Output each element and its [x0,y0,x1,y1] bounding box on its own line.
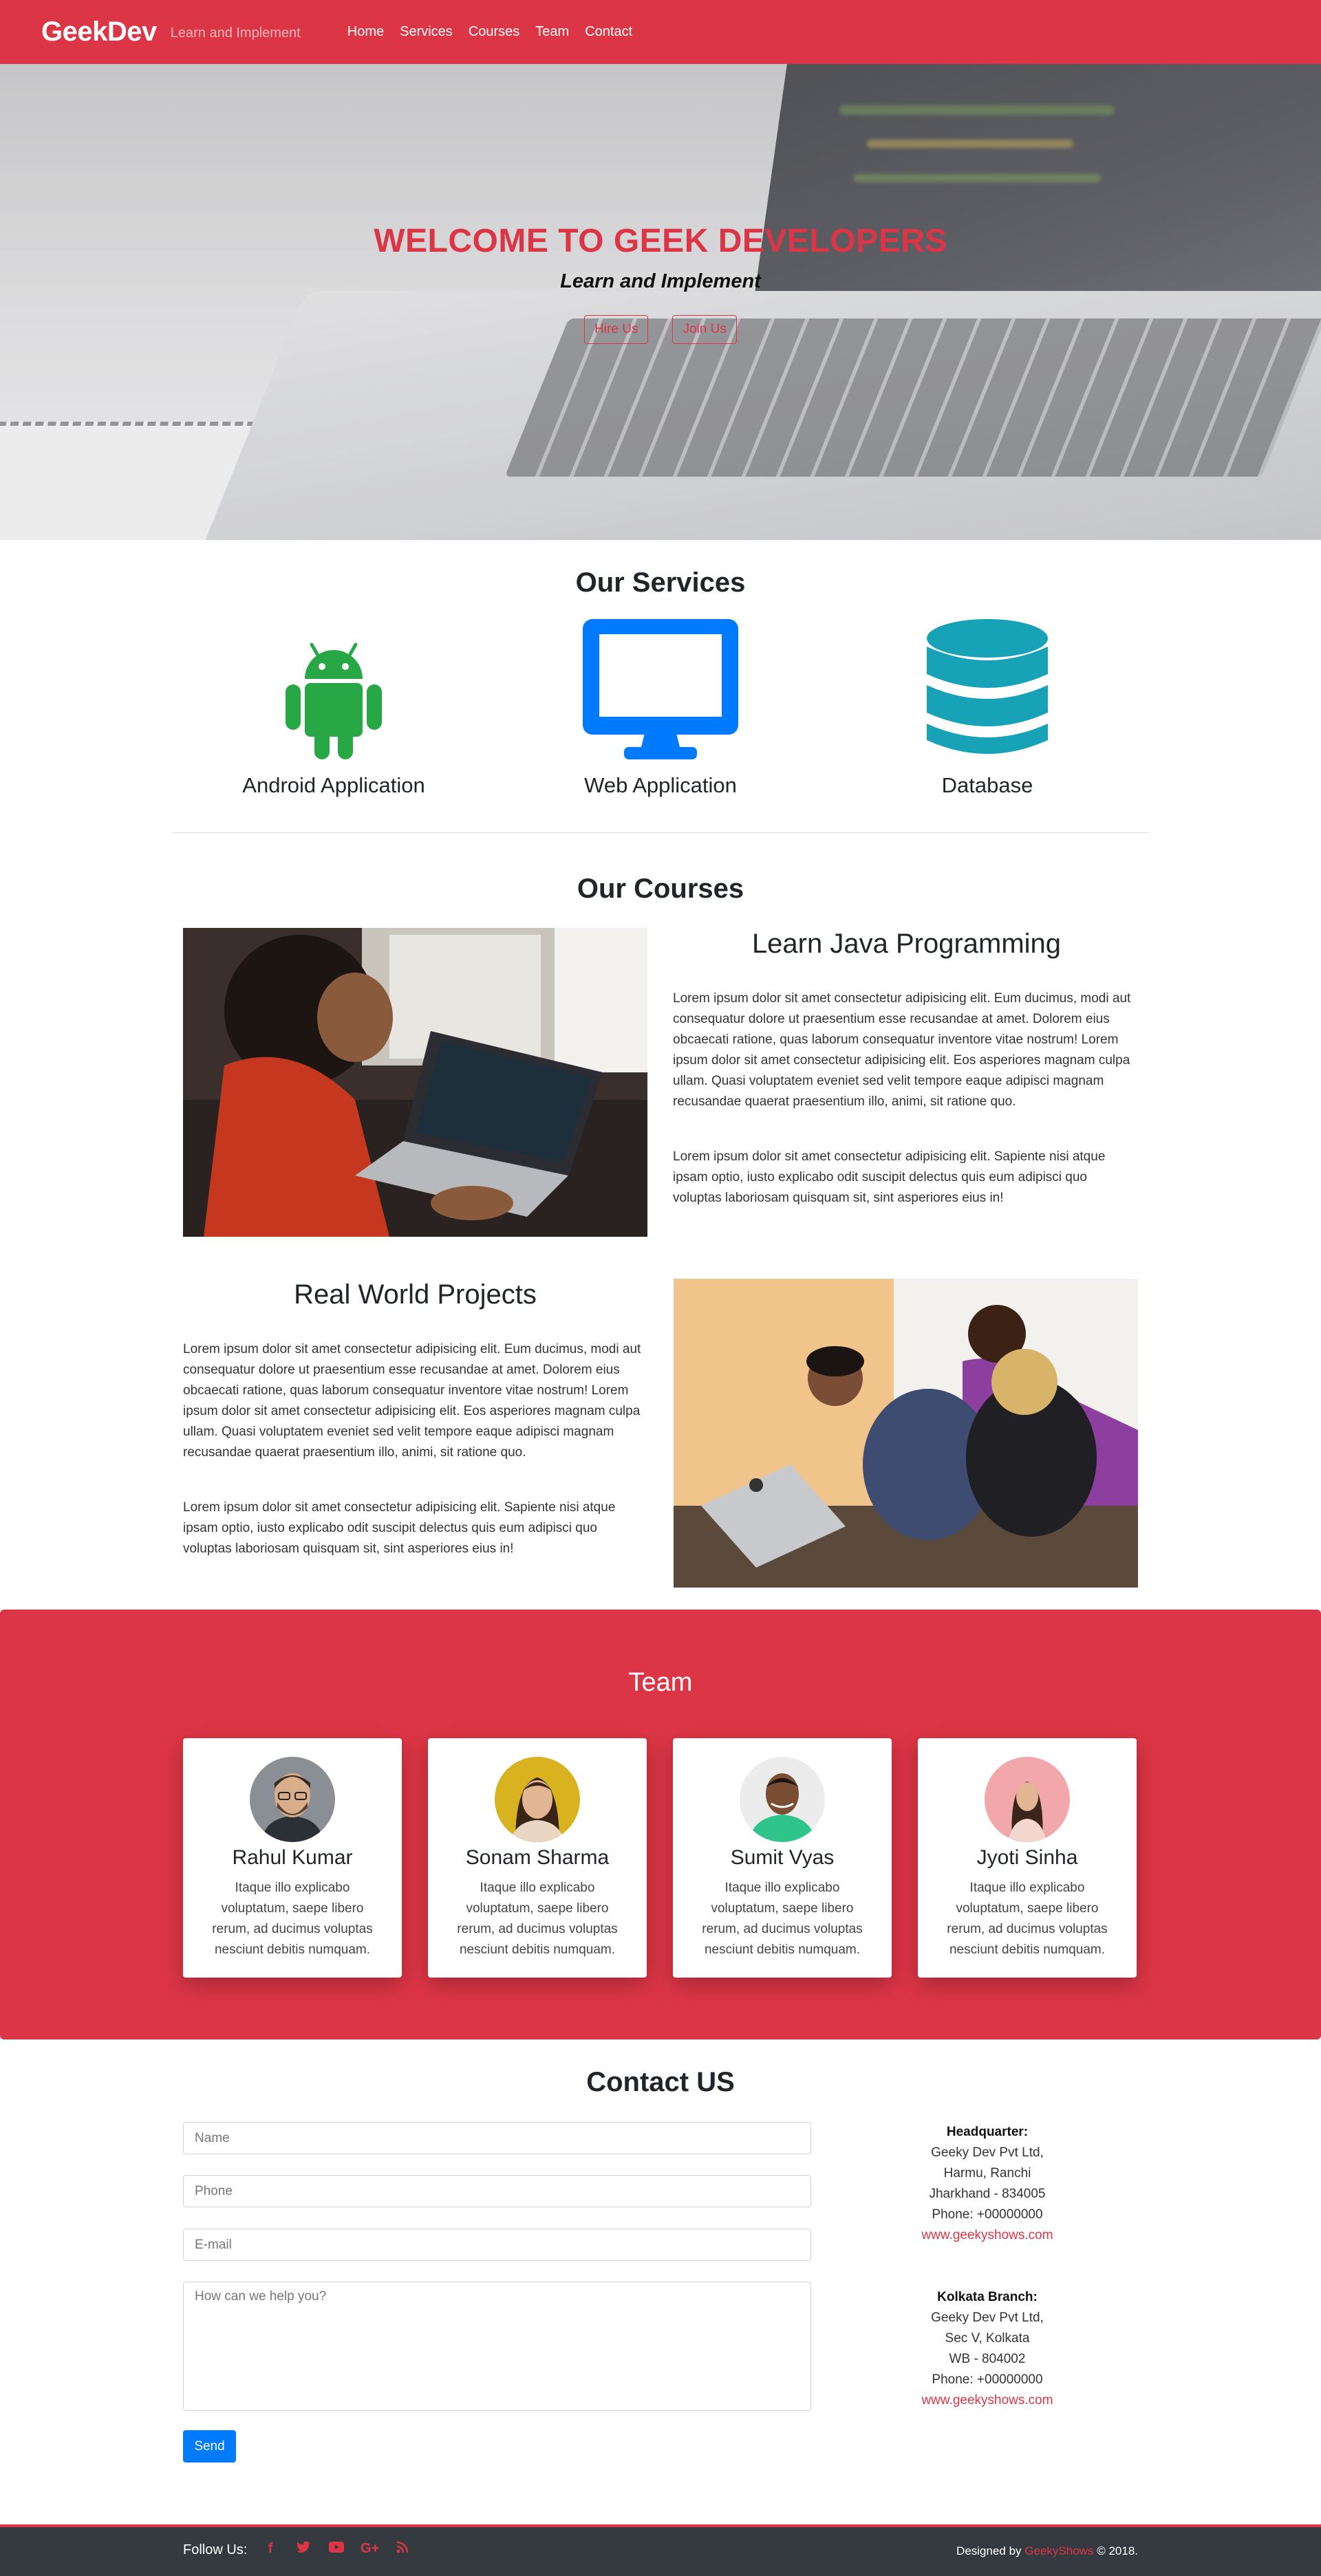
avatar [740,1757,825,1842]
message-textarea[interactable] [183,2282,811,2411]
service-label: Database [941,773,1033,797]
address-heading: Kolkata Branch: [937,2290,1038,2304]
database-icon [927,619,1048,754]
member-bio: Itaque illo explicabo voluptatum, saepe … [212,1881,373,1957]
member-bio: Itaque illo explicabo voluptatum, saepe … [702,1881,863,1957]
avatar [985,1757,1070,1842]
desktop-icon [583,619,738,759]
footer-credit: Designed by GeekyShows © 2018. [956,2544,1138,2557]
service-database: Database [850,619,1125,798]
member-name: Jyoti Sinha [976,1846,1078,1869]
team-section: Team Rahul Kumar Itaque illo explicabo v… [0,1610,1321,2039]
course-photo-java [183,928,647,1237]
hero-subtitle: Learn and Implement [560,270,761,292]
member-name: Rahul Kumar [232,1846,353,1869]
main-nav: Home Services Courses Team Contact [347,24,648,40]
section-divider [172,832,1149,833]
address-heading: Headquarter: [946,2125,1029,2139]
member-bio: Itaque illo explicabo voluptatum, saepe … [947,1881,1108,1957]
nav-team[interactable]: Team [535,24,569,40]
hero-title: WELCOME TO GEEK DEVELOPERS [374,223,947,259]
member-bio: Itaque illo explicabo voluptatum, saepe … [457,1881,618,1957]
projects-course-title: Real World Projects [294,1279,537,1310]
follow-label: Follow Us: [183,2542,248,2557]
send-button[interactable]: Send [183,2430,236,2463]
contact-title: Contact US [586,2067,735,2097]
youtube-icon[interactable] [327,2541,345,2557]
join-us-button[interactable]: Join Us [672,315,737,344]
team-card: Sumit Vyas Itaque illo explicabo volupta… [673,1738,892,1978]
brand-logo[interactable]: GeekDev [41,17,157,47]
java-course-para-2: Lorem ipsum dolor sit amet consectetur a… [673,1149,1106,1205]
hire-us-button[interactable]: Hire Us [584,315,649,344]
twitter-icon[interactable] [294,2541,312,2557]
google-plus-icon[interactable]: G+ [361,2541,379,2557]
footer: Follow Us: f G+ Designed by GeekyShows ©… [0,2524,1321,2576]
nav-home[interactable]: Home [347,24,384,40]
facebook-icon[interactable]: f [261,2541,279,2557]
java-course-para-1: Lorem ipsum dolor sit amet consectetur a… [673,991,1131,1109]
nav-services[interactable]: Services [400,24,453,40]
service-label: Android Application [242,773,425,797]
email-input[interactable] [183,2229,811,2261]
address-branch: Kolkata Branch: Geeky Dev Pvt Ltd, Sec V… [919,2287,1056,2411]
social-links: f G+ [261,2541,411,2557]
team-card: Jyoti Sinha Itaque illo explicabo volupt… [918,1738,1137,1978]
credit-brand-link[interactable]: GeekyShows [1024,2544,1093,2557]
hero-banner: WELCOME TO GEEK DEVELOPERS Learn and Imp… [0,64,1321,540]
android-icon [286,642,382,759]
navbar: GeekDev Learn and Implement Home Service… [0,0,1321,64]
member-name: Sumit Vyas [730,1846,835,1869]
nav-courses[interactable]: Courses [469,24,519,40]
nav-contact[interactable]: Contact [585,24,632,40]
courses-title: Our Courses [577,874,744,904]
name-input[interactable] [183,2122,811,2154]
java-course-title: Learn Java Programming [751,929,1062,959]
avatar [250,1757,335,1842]
projects-course-para-2: Lorem ipsum dolor sit amet consectetur a… [183,1500,616,1556]
member-name: Sonam Sharma [465,1846,610,1869]
service-android: Android Application [196,619,471,798]
team-card: Sonam Sharma Itaque illo explicabo volup… [428,1738,647,1978]
course-photo-projects [674,1279,1138,1588]
address-headquarter: Headquarter: Geeky Dev Pvt Ltd, Harmu, R… [919,2122,1056,2246]
rss-icon[interactable] [394,2541,411,2557]
hero-buttons: Hire Us Join Us [0,315,1321,344]
avatar [495,1757,580,1842]
website-link[interactable]: www.geekyshows.com [919,2390,1056,2411]
website-link[interactable]: www.geekyshows.com [919,2225,1056,2246]
team-card: Rahul Kumar Itaque illo explicabo volupt… [183,1738,402,1978]
brand-tagline: Learn and Implement [170,25,301,41]
phone-input[interactable] [183,2175,811,2207]
service-web: Web Application [523,619,798,798]
services-title: Our Services [575,567,746,598]
service-label: Web Application [584,773,737,797]
team-title: Team [628,1668,693,1697]
projects-course-para-1: Lorem ipsum dolor sit amet consectetur a… [183,1342,641,1460]
